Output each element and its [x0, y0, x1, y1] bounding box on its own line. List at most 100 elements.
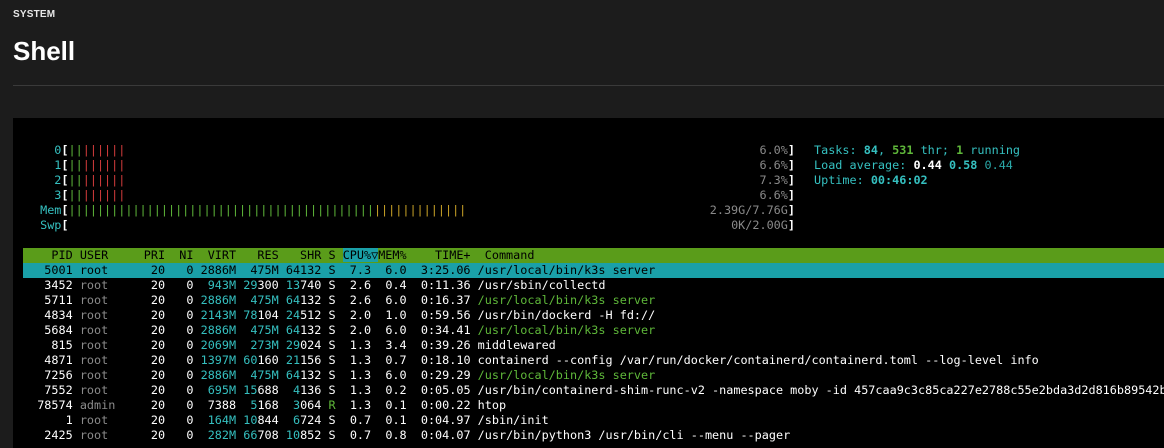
process-command: /usr/bin/python3 /usr/bin/cli --menu --p…: [477, 428, 791, 442]
process-ni: 0: [172, 398, 201, 412]
meter-value: 7.3%]: [759, 173, 795, 188]
process-mem: 0.1: [378, 413, 414, 427]
process-row[interactable]: 4834 root 20 0 2143M 78104 24512 S 2.0 1…: [23, 308, 655, 323]
process-row[interactable]: 7552 root 20 0 695M 15688 4136 S 1.3 0.2…: [23, 383, 1164, 398]
process-row[interactable]: 5711 root 20 0 2886M 475M 64132 S 2.6 6.…: [23, 293, 655, 308]
meter-cpu-1: 1[||||||||: [33, 158, 125, 173]
col-time: TIME+: [413, 248, 485, 262]
process-virt: 2886M: [200, 263, 244, 277]
process-mem: 0.1: [378, 398, 414, 412]
process-ni: 0: [172, 278, 201, 292]
page-title: Shell: [13, 36, 76, 66]
process-command: /usr/bin/dockerd -H fd://: [477, 308, 656, 322]
process-ni: 0: [172, 323, 201, 337]
process-user: root: [79, 368, 144, 382]
process-shr-hi: 64: [285, 293, 301, 307]
meter-bracket: ]: [787, 203, 795, 217]
process-pri: 20: [143, 263, 173, 277]
meter-value: 6.6%]: [759, 188, 795, 203]
process-command: /usr/sbin/collectd: [477, 278, 606, 292]
meter-bracket: [: [61, 173, 69, 187]
terminal[interactable]: 0[|||||||| 6.0%] 1[|||||||| 6.6%] 2[||||||…: [13, 118, 1164, 448]
process-pid: 5001: [23, 263, 80, 277]
process-row[interactable]: 7256 root 20 0 2886M 475M 64132 S 1.3 6.…: [23, 368, 655, 383]
process-res: 475M: [243, 368, 286, 382]
process-row[interactable]: 1 root 20 0 164M 10844 6724 S 0.7 0.1 0:…: [23, 413, 549, 428]
col-user: USER: [79, 248, 144, 262]
process-row[interactable]: 5684 root 20 0 2886M 475M 64132 S 2.0 6.…: [23, 323, 655, 338]
process-cpu: 2.0: [342, 323, 379, 337]
process-res-hi: 60: [243, 353, 258, 367]
load-5: 0.58: [948, 158, 978, 172]
process-shr-hi: 24: [285, 308, 301, 322]
process-res-hi: 29: [243, 278, 258, 292]
process-shr-hi: 13: [285, 278, 301, 292]
process-time: 0:11.36: [413, 278, 478, 292]
process-res-lo: 300: [257, 278, 286, 292]
process-res-lo: 688: [257, 383, 286, 397]
process-pid: 3452: [23, 278, 80, 292]
process-user: root: [79, 308, 144, 322]
divider: [13, 85, 1164, 86]
col-s: S: [328, 248, 343, 262]
process-command: /usr/bin/containerd-shim-runc-v2 -namesp…: [477, 383, 1164, 397]
process-time: 0:34.41: [413, 323, 478, 337]
meter-bracket: ]: [787, 188, 795, 202]
process-row[interactable]: 4871 root 20 0 1397M 60160 21156 S 1.3 0…: [23, 353, 1038, 368]
process-state: S: [328, 308, 343, 322]
process-virt: 1397M: [200, 353, 244, 367]
process-pid: 7552: [23, 383, 80, 397]
process-res: 475M: [243, 263, 286, 277]
tasks-count: 84: [863, 143, 878, 157]
process-shr-lo: 512: [300, 308, 329, 322]
process-virt: 2143M: [200, 308, 244, 322]
process-user: root: [79, 383, 144, 397]
process-shr-hi: 29: [285, 338, 301, 352]
uptime-line: Uptime: 00:46:02: [814, 173, 928, 188]
process-mem: 3.4: [378, 338, 414, 352]
process-pid: 4871: [23, 353, 80, 367]
process-virt: 7388: [200, 398, 244, 412]
process-ni: 0: [172, 263, 201, 277]
process-shr-lo: 156: [300, 353, 329, 367]
process-shr-lo: 852: [300, 428, 329, 442]
process-res-hi: 10: [243, 413, 258, 427]
meter-label: 1: [33, 158, 62, 172]
process-cpu: 1.3: [342, 398, 379, 412]
meter-label: 3: [33, 188, 62, 202]
process-time: 0:29.29: [413, 368, 478, 382]
process-ni: 0: [172, 308, 201, 322]
process-row[interactable]: 5001 root 20 0 2886M 475M 64132 S 7.3 6.…: [23, 263, 655, 278]
uptime-label: Uptime:: [814, 173, 871, 187]
threads-count: 531: [892, 143, 914, 157]
process-shr-lo: 132: [300, 293, 329, 307]
process-pid: 78574: [23, 398, 80, 412]
process-cpu: 0.7: [342, 413, 379, 427]
process-state: R: [328, 398, 343, 412]
process-state: S: [328, 383, 343, 397]
process-row[interactable]: 78574 admin 20 0 7388 5168 3064 R 1.3 0.…: [23, 398, 506, 413]
process-mem: 6.0: [378, 293, 414, 307]
process-cpu: 2.0: [342, 308, 379, 322]
process-pid: 7256: [23, 368, 80, 382]
process-table-header: PID USER PRI NI VIRT RES SHR S CPU%▽MEM%…: [23, 248, 534, 263]
process-ni: 0: [172, 383, 201, 397]
meter-value: 0K/2.00G]: [731, 218, 795, 233]
process-state: S: [328, 428, 343, 442]
col-pri: PRI: [143, 248, 173, 262]
process-res-lo: 168: [257, 398, 286, 412]
meter-value-text: 6.6%: [759, 188, 788, 202]
process-res-lo: 708: [257, 428, 286, 442]
meter-label: 0: [33, 143, 62, 157]
process-cpu: 1.3: [342, 353, 379, 367]
meter-value: 6.0%]: [759, 143, 795, 158]
process-shr: 64132: [285, 263, 329, 277]
process-row[interactable]: 2425 root 20 0 282M 66708 10852 S 0.7 0.…: [23, 428, 790, 443]
process-user: root: [79, 323, 144, 337]
process-row[interactable]: 3452 root 20 0 943M 29300 13740 S 2.6 0.…: [23, 278, 606, 293]
meter-bar-green: ||: [68, 188, 83, 202]
process-row[interactable]: 815 root 20 0 2069M 273M 29024 S 1.3 3.4…: [23, 338, 555, 353]
process-res-hi: 78: [243, 308, 258, 322]
process-time: 0:04.07: [413, 428, 478, 442]
col-mem: MEM%: [378, 248, 414, 262]
